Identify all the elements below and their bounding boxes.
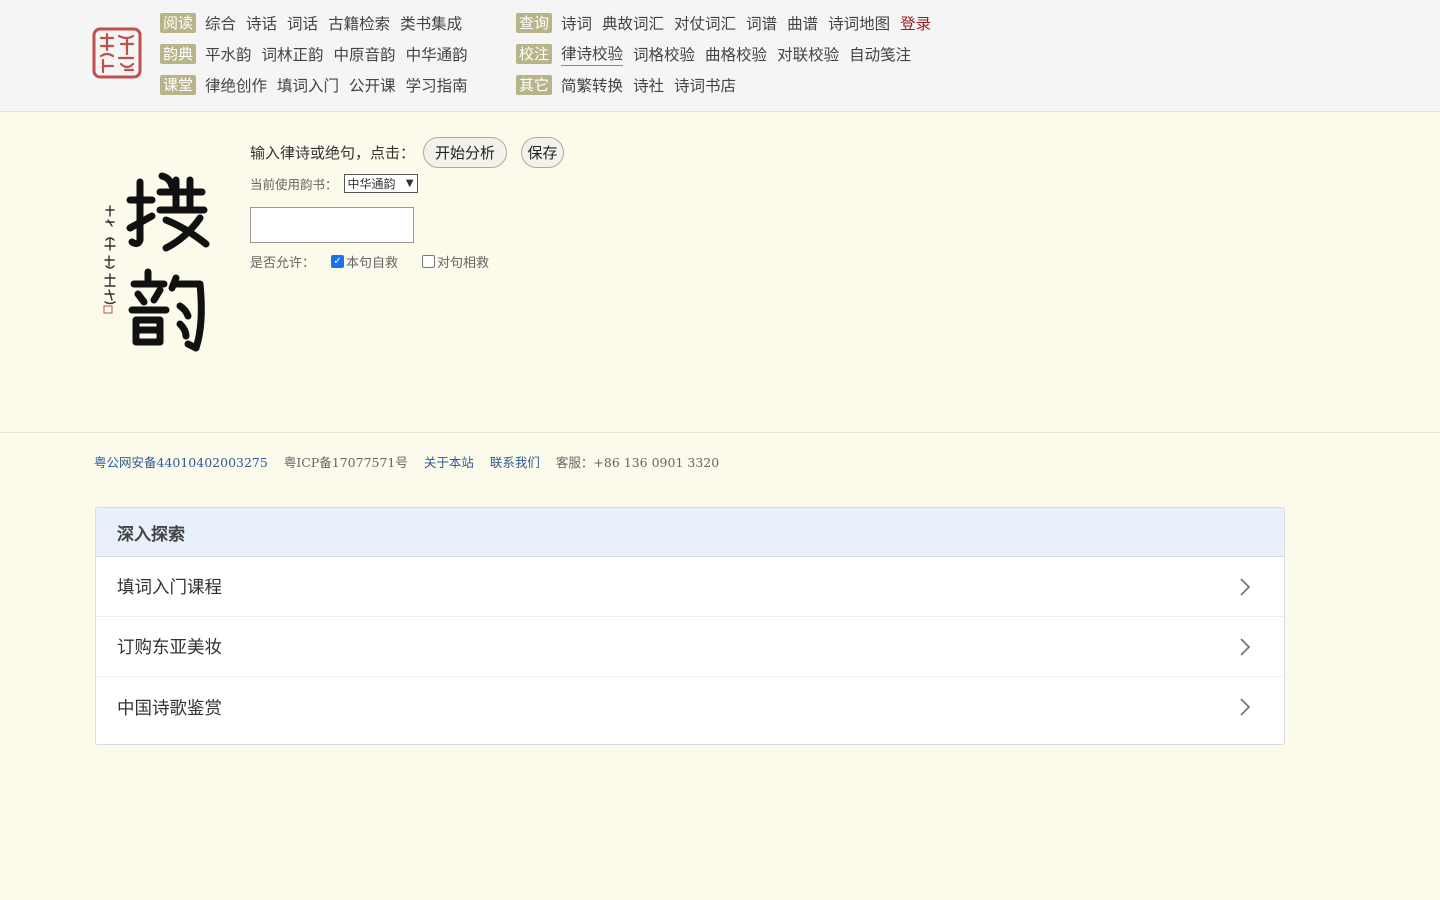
nav-link-encyclopedia[interactable]: 类书集成 — [400, 12, 462, 34]
explore-item-label: 填词入门课程 — [117, 578, 222, 598]
input-prompt: 输入律诗或绝句，点击： — [250, 143, 416, 162]
rhyme-book-selected: 中华通韵 — [347, 176, 396, 191]
contact-link[interactable]: 联系我们 — [490, 452, 540, 471]
nav-group-other: 其它 简繁转换 诗社 诗词书店 — [516, 74, 746, 96]
nav-link-auto-annotate[interactable]: 自动笺注 — [849, 43, 911, 65]
icp-record[interactable]: 粤ICP备17077571号 — [284, 452, 408, 471]
nav-group-read: 阅读 综合 诗话 词话 古籍检索 类书集成 — [160, 12, 472, 34]
chevron-right-icon — [1240, 637, 1251, 656]
nav-link-poetry-map[interactable]: 诗词地图 — [828, 12, 890, 34]
footer-divider — [0, 432, 1440, 433]
nav-tag-read: 阅读 — [160, 13, 197, 33]
about-link[interactable]: 关于本站 — [424, 452, 474, 471]
nav-group-check: 校注 律诗校验 词格校验 曲格校验 对联校验 自动笺注 — [516, 42, 921, 66]
nav-link-qu-patterns[interactable]: 曲谱 — [787, 12, 818, 34]
rescue-options-row: 是否允许： ✓ 本句自救 对句相救 — [250, 252, 513, 271]
explore-item-order-cosmetics[interactable]: 订购东亚美妆 — [96, 617, 1284, 677]
calligraphy-title-image — [103, 172, 210, 352]
nav-link-open-class[interactable]: 公开课 — [349, 74, 396, 96]
nav-link-poetry-club[interactable]: 诗社 — [633, 74, 664, 96]
nav-link-lvjue[interactable]: 律绝创作 — [205, 74, 267, 96]
nav-link-couplet-check[interactable]: 对联校验 — [777, 43, 839, 65]
self-rescue-label[interactable]: 本句自救 — [346, 252, 398, 271]
nav-link-pingshui[interactable]: 平水韵 — [205, 43, 252, 65]
nav-tag-class: 课堂 — [160, 75, 197, 95]
explore-card: 深入探索 填词入门课程 订购东亚美妆 中国诗歌鉴赏 — [95, 507, 1285, 745]
seal-logo-icon[interactable] — [91, 26, 143, 80]
pair-rescue-checkbox[interactable] — [422, 255, 436, 268]
nav-link-lushi-check[interactable]: 律诗校验 — [561, 42, 624, 66]
explore-title: 深入探索 — [96, 508, 1284, 557]
nav-link-general[interactable]: 综合 — [205, 12, 236, 34]
nav-link-antithesis[interactable]: 对仗词汇 — [674, 12, 736, 34]
footer-links: 粤公网安备44010402003275 粤ICP备17077571号 关于本站 … — [94, 452, 735, 471]
start-analysis-button[interactable]: 开始分析 — [423, 136, 508, 168]
self-rescue-checkbox[interactable]: ✓ — [331, 255, 345, 268]
rhyme-book-select[interactable]: 中华通韵 ▼ — [343, 173, 418, 193]
nav-group-search: 查询 诗词 典故词汇 对仗词汇 词谱 曲谱 诗词地图 登录 — [516, 12, 941, 34]
save-button[interactable]: 保存 — [521, 136, 565, 168]
customer-service: 客服：+86 136 0901 3320 — [555, 455, 720, 470]
nav-link-zhonghua[interactable]: 中华通韵 — [406, 43, 468, 65]
nav-tag-rhyme: 韵典 — [160, 44, 197, 64]
nav-group-rhyme: 韵典 平水韵 词林正韵 中原音韵 中华通韵 — [160, 43, 478, 65]
nav-link-poems[interactable]: 诗词 — [561, 12, 592, 34]
nav-link-ci-patterns[interactable]: 词谱 — [746, 12, 777, 34]
login-link[interactable]: 登录 — [900, 12, 931, 34]
nav-tag-other: 其它 — [516, 75, 553, 95]
nav-tag-search: 查询 — [516, 13, 553, 33]
explore-item-tianci-course[interactable]: 填词入门课程 — [96, 557, 1284, 617]
nav-tag-check: 校注 — [516, 44, 553, 64]
action-row: 输入律诗或绝句，点击： 开始分析 保存 — [250, 136, 750, 168]
nav-link-ancient-books[interactable]: 古籍检索 — [328, 12, 390, 34]
site-header: 阅读 综合 诗话 词话 古籍检索 类书集成 查询 诗词 典故词汇 对仗词汇 词谱… — [0, 0, 1440, 112]
nav-link-qu-check[interactable]: 曲格校验 — [705, 43, 767, 65]
nav-link-zhongyuan[interactable]: 中原音韵 — [334, 43, 396, 65]
poem-input[interactable] — [250, 207, 414, 243]
allow-label: 是否允许： — [250, 256, 316, 271]
pair-rescue-label[interactable]: 对句相救 — [437, 252, 489, 271]
nav-link-tianci[interactable]: 填词入门 — [277, 74, 339, 96]
chevron-right-icon — [1240, 698, 1251, 716]
nav-link-guide[interactable]: 学习指南 — [406, 74, 468, 96]
explore-item-label: 订购东亚美妆 — [117, 638, 222, 658]
nav-link-ci-check[interactable]: 词格校验 — [633, 43, 695, 65]
explore-item-label: 中国诗歌鉴赏 — [117, 698, 222, 719]
chevron-right-icon — [1240, 577, 1251, 596]
nav-link-ci-talk[interactable]: 词话 — [287, 12, 318, 34]
explore-item-poetry-appreciation[interactable]: 中国诗歌鉴赏 — [96, 677, 1284, 737]
nav-link-convert[interactable]: 简繁转换 — [561, 74, 623, 96]
nav-group-class: 课堂 律绝创作 填词入门 公开课 学习指南 — [160, 74, 478, 96]
rhyme-book-label: 当前使用韵书： — [250, 176, 338, 192]
rhyme-book-row: 当前使用韵书： 中华通韵 ▼ — [250, 173, 750, 193]
poem-check-tool: 输入律诗或绝句，点击： 开始分析 保存 当前使用韵书： 中华通韵 ▼ 是否允许：… — [250, 136, 750, 271]
nav-link-poetry-talk[interactable]: 诗话 — [246, 12, 277, 34]
nav-link-allusions[interactable]: 典故词汇 — [602, 12, 664, 34]
nav-link-cilin[interactable]: 词林正韵 — [262, 43, 324, 65]
nav-link-bookstore[interactable]: 诗词书店 — [674, 74, 736, 96]
police-record-link[interactable]: 粤公网安备44010402003275 — [94, 452, 268, 471]
chevron-down-icon: ▼ — [405, 177, 414, 189]
